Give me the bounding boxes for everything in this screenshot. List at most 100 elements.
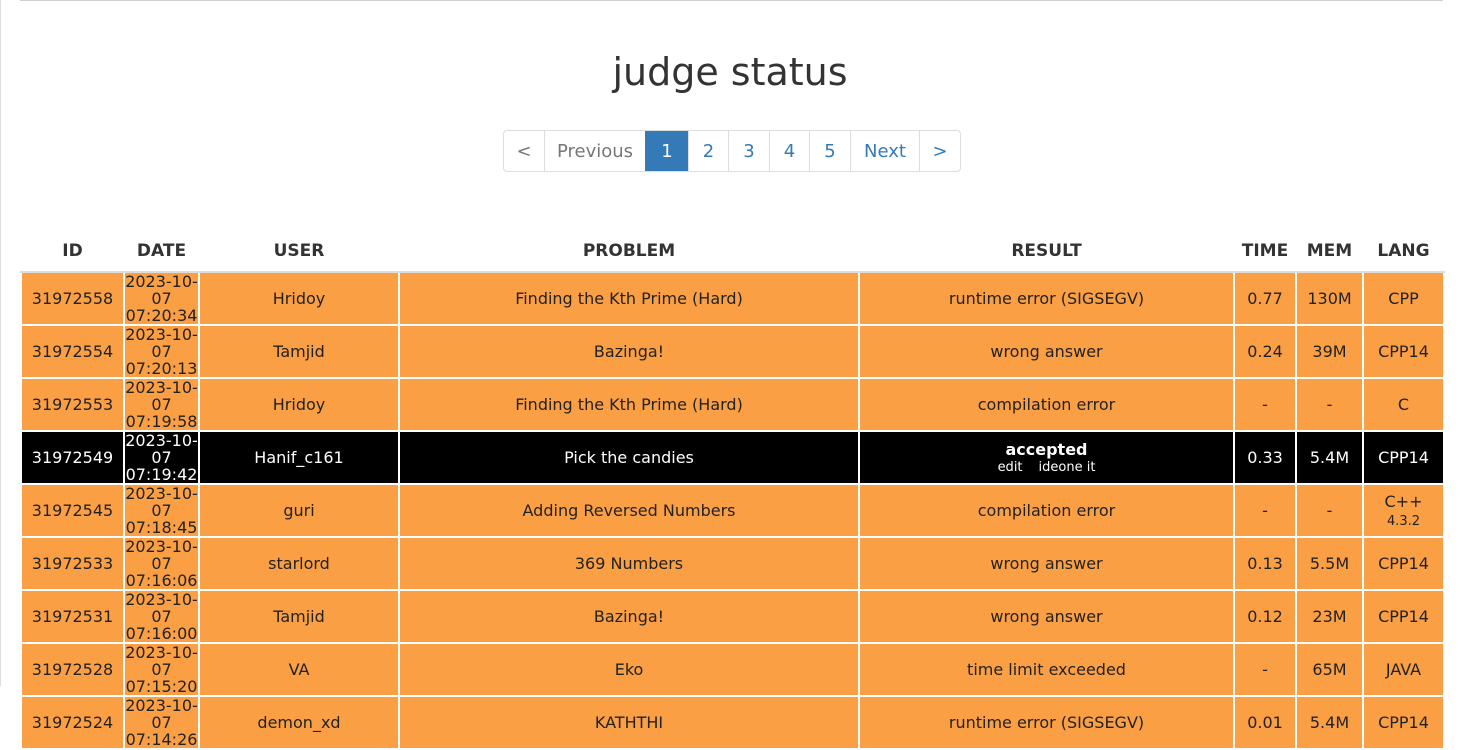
pagination: < Previous 1 2 3 4 5 Next > bbox=[503, 130, 961, 172]
result-cell: time limit exceeded bbox=[858, 642, 1235, 697]
lang-name: C++ bbox=[1384, 491, 1423, 511]
result-cell: compilation error bbox=[858, 377, 1235, 432]
next-page-button[interactable]: Next bbox=[850, 131, 919, 171]
submission-row: 31972528 2023-10-07 07:15:20 VA Eko time … bbox=[20, 642, 1445, 697]
user-link[interactable]: Hridoy bbox=[198, 377, 400, 432]
date-text: 2023-10-07 bbox=[125, 378, 198, 414]
mem-cell: 65M bbox=[1295, 642, 1364, 697]
problem-link[interactable]: Bazinga! bbox=[398, 324, 860, 379]
submission-date: 2023-10-07 07:19:58 bbox=[123, 377, 200, 432]
lang-version: 4.3.2 bbox=[1386, 513, 1421, 529]
mem-cell: 23M bbox=[1295, 589, 1364, 644]
result-links: edit ideone it bbox=[860, 460, 1233, 476]
submission-row-accepted: 31972549 2023-10-07 07:19:42 Hanif_c161 P… bbox=[20, 430, 1445, 485]
user-link[interactable]: Tamjid bbox=[198, 589, 400, 644]
date-text: 2023-10-07 bbox=[125, 431, 198, 467]
user-link[interactable]: guri bbox=[198, 483, 400, 538]
user-link[interactable]: VA bbox=[198, 642, 400, 697]
result-cell: compilation error bbox=[858, 483, 1235, 538]
submission-date: 2023-10-07 07:16:06 bbox=[123, 536, 200, 591]
submission-row: 31972554 2023-10-07 07:20:13 Tamjid Bazin… bbox=[20, 324, 1445, 379]
page-left-border bbox=[0, 0, 1, 686]
page-2-button[interactable]: 2 bbox=[688, 131, 728, 171]
col-header-user: USER bbox=[199, 230, 399, 273]
date-text: 2023-10-07 bbox=[125, 325, 198, 361]
mem-cell: - bbox=[1295, 377, 1364, 432]
submission-row: 31972533 2023-10-07 07:16:06 starlord 369… bbox=[20, 536, 1445, 591]
submission-id: 31972549 bbox=[20, 430, 125, 485]
user-link[interactable]: Tamjid bbox=[198, 324, 400, 379]
mem-cell: 5.5M bbox=[1295, 536, 1364, 591]
time-cell: 0.01 bbox=[1233, 695, 1297, 750]
time-text: 07:20:13 bbox=[125, 359, 198, 378]
problem-link[interactable]: Bazinga! bbox=[398, 589, 860, 644]
date-text: 2023-10-07 bbox=[125, 696, 198, 732]
submission-date: 2023-10-07 07:14:26 bbox=[123, 695, 200, 750]
user-link[interactable]: starlord bbox=[198, 536, 400, 591]
time-cell: 0.12 bbox=[1233, 589, 1297, 644]
time-text: 07:19:42 bbox=[125, 465, 198, 484]
problem-link[interactable]: Eko bbox=[398, 642, 860, 697]
time-text: 07:15:20 bbox=[125, 677, 198, 696]
time-text: 07:16:00 bbox=[125, 624, 198, 643]
mem-cell: 5.4M bbox=[1295, 695, 1364, 750]
date-text: 2023-10-07 bbox=[125, 590, 198, 626]
result-cell: runtime error (SIGSEGV) bbox=[858, 271, 1235, 326]
time-text: 07:19:58 bbox=[125, 412, 198, 431]
mem-cell: 130M bbox=[1295, 271, 1364, 326]
lang-cell: CPP14 bbox=[1362, 589, 1445, 644]
user-link[interactable]: demon_xd bbox=[198, 695, 400, 750]
time-cell: 0.24 bbox=[1233, 324, 1297, 379]
submission-id: 31972528 bbox=[20, 642, 125, 697]
problem-link[interactable]: 369 Numbers bbox=[398, 536, 860, 591]
page-5-button[interactable]: 5 bbox=[809, 131, 850, 171]
problem-link[interactable]: Pick the candies bbox=[398, 430, 860, 485]
date-text: 2023-10-07 bbox=[125, 272, 198, 308]
time-text: 07:14:26 bbox=[125, 730, 198, 749]
submission-date: 2023-10-07 07:18:45 bbox=[123, 483, 200, 538]
submission-row: 31972558 2023-10-07 07:20:34 Hridoy Findi… bbox=[20, 271, 1445, 326]
col-header-result: RESULT bbox=[859, 230, 1234, 273]
previous-page-button[interactable]: Previous bbox=[544, 131, 645, 171]
time-cell: - bbox=[1233, 642, 1297, 697]
page-1-button[interactable]: 1 bbox=[645, 131, 688, 171]
submission-id: 31972553 bbox=[20, 377, 125, 432]
problem-link[interactable]: Finding the Kth Prime (Hard) bbox=[398, 377, 860, 432]
problem-link[interactable]: KATHTHI bbox=[398, 695, 860, 750]
lang-cell: CPP14 bbox=[1362, 324, 1445, 379]
submission-row: 31972531 2023-10-07 07:16:00 Tamjid Bazin… bbox=[20, 589, 1445, 644]
user-link[interactable]: Hanif_c161 bbox=[198, 430, 400, 485]
lang-cell: C bbox=[1362, 377, 1445, 432]
problem-link[interactable]: Finding the Kth Prime (Hard) bbox=[398, 271, 860, 326]
time-text: 07:18:45 bbox=[125, 518, 198, 537]
table-header-row: ID DATE USER PROBLEM RESULT TIME MEM LAN… bbox=[21, 230, 1444, 273]
last-page-button[interactable]: > bbox=[919, 131, 960, 171]
ideone-link[interactable]: ideone it bbox=[1039, 460, 1096, 475]
submission-date: 2023-10-07 07:19:42 bbox=[123, 430, 200, 485]
problem-link[interactable]: Adding Reversed Numbers bbox=[398, 483, 860, 538]
lang-cell: CPP bbox=[1362, 271, 1445, 326]
submission-id: 31972545 bbox=[20, 483, 125, 538]
submission-id: 31972533 bbox=[20, 536, 125, 591]
result-cell: wrong answer bbox=[858, 536, 1235, 591]
page-4-button[interactable]: 4 bbox=[769, 131, 809, 171]
edit-link[interactable]: edit bbox=[998, 460, 1023, 475]
submission-id: 31972524 bbox=[20, 695, 125, 750]
col-header-date: DATE bbox=[124, 230, 199, 273]
first-page-button[interactable]: < bbox=[504, 131, 544, 171]
result-cell: accepted edit ideone it bbox=[858, 430, 1235, 485]
page-3-button[interactable]: 3 bbox=[728, 131, 769, 171]
col-header-problem: PROBLEM bbox=[399, 230, 859, 273]
user-link[interactable]: Hridoy bbox=[198, 271, 400, 326]
top-divider bbox=[20, 0, 1443, 1]
result-cell: wrong answer bbox=[858, 589, 1235, 644]
submission-id: 31972531 bbox=[20, 589, 125, 644]
lang-cell: CPP14 bbox=[1362, 430, 1445, 485]
date-text: 2023-10-07 bbox=[125, 643, 198, 679]
lang-cell: CPP14 bbox=[1362, 536, 1445, 591]
time-cell: 0.13 bbox=[1233, 536, 1297, 591]
time-text: 07:16:06 bbox=[125, 571, 198, 590]
submission-date: 2023-10-07 07:20:34 bbox=[123, 271, 200, 326]
result-cell: wrong answer bbox=[858, 324, 1235, 379]
time-cell: - bbox=[1233, 377, 1297, 432]
